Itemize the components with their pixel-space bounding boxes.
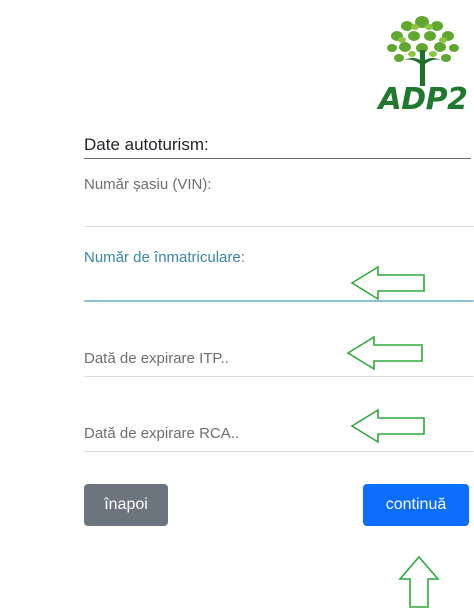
plate-label: Număr de înmatriculare:	[84, 249, 245, 266]
vin-underline	[84, 226, 474, 227]
back-button[interactable]: înapoi	[84, 484, 168, 526]
logo: ADP2	[372, 10, 474, 120]
vin-input[interactable]	[84, 198, 469, 226]
logo-text: ADP2	[378, 82, 468, 117]
section-title: Date autoturism:	[84, 135, 209, 154]
itp-underline	[84, 376, 474, 377]
section-divider	[84, 158, 471, 159]
tree-icon	[387, 16, 459, 86]
continue-button[interactable]: continuă	[363, 484, 469, 526]
arrow-left-outline-icon	[350, 265, 425, 301]
arrow-left-outline-icon	[346, 335, 423, 371]
arrow-up-outline-icon	[398, 555, 440, 608]
arrow-left-outline-icon	[350, 408, 425, 444]
rca-underline	[84, 451, 474, 452]
vin-label: Număr șasiu (VIN):	[84, 176, 212, 193]
